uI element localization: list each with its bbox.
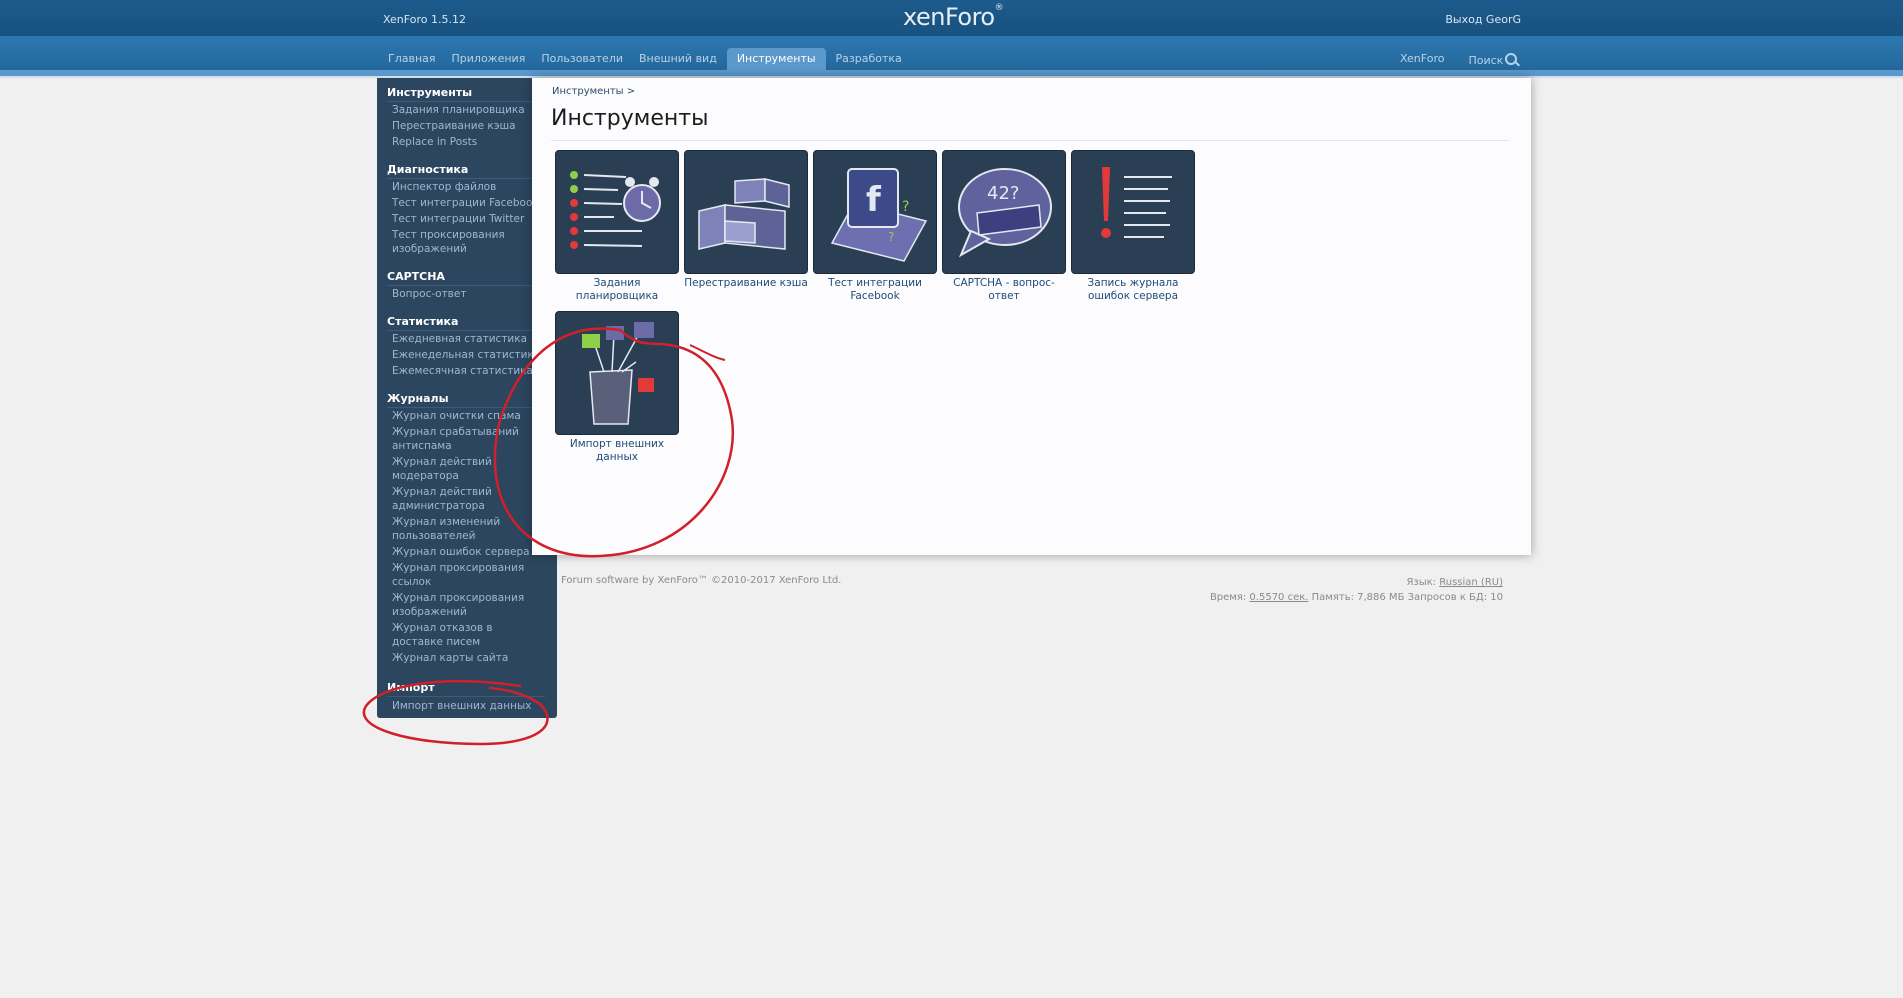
divider <box>387 696 545 697</box>
sidebar-item-spam-trigger-log[interactable]: Журнал срабатываний антиспама <box>392 425 542 453</box>
sidebar-section-tools: Инструменты <box>387 86 473 99</box>
sidebar-section-diagnostics: Диагностика <box>387 163 469 176</box>
facebook-icon: f ? ? <box>830 168 928 262</box>
divider <box>387 330 545 331</box>
sidebar-item-twitter-test[interactable]: Тест интеграции Twitter <box>392 212 542 226</box>
svg-text:?: ? <box>888 230 894 244</box>
divider <box>387 285 545 286</box>
main-navbar: Главная Приложения Пользователи Внешний … <box>0 36 1903 70</box>
sidebar-item-moderator-log[interactable]: Журнал действий модератора <box>392 455 542 483</box>
nav-tabs: Главная Приложения Пользователи Внешний … <box>380 48 910 70</box>
sidebar-item-spam-cleaner-log[interactable]: Журнал очистки спама <box>392 409 542 423</box>
svg-text:f: f <box>866 180 882 220</box>
language-link[interactable]: Russian (RU) <box>1439 577 1503 588</box>
error-log-icon <box>1101 167 1172 238</box>
tab-users[interactable]: Пользователи <box>533 48 631 70</box>
sidebar-item-daily-stats[interactable]: Ежедневная статистика <box>392 332 542 346</box>
sidebar-item-replace-in-posts[interactable]: Replace in Posts <box>392 135 542 149</box>
sidebar-item-question-answer[interactable]: Вопрос-ответ <box>392 287 542 301</box>
tab-appearance[interactable]: Внешний вид <box>631 48 725 70</box>
xenforo-logo[interactable]: xenForo® <box>903 3 1004 33</box>
sidebar-section-import: Импорт <box>387 681 435 694</box>
tile-label: Импорт внешних данных <box>569 438 665 463</box>
tile-cron[interactable]: Задания планировщика <box>554 150 680 303</box>
footer-copyright: Forum software by XenForo™ ©2010-2017 Xe… <box>561 575 842 586</box>
logout-link[interactable]: Выход GeorG <box>1445 13 1521 26</box>
sidebar-section-captcha: CAPTCHA <box>387 270 445 283</box>
tile-label: CAPTCHA - вопрос-ответ <box>953 277 1055 302</box>
cron-icon <box>570 171 661 249</box>
divider <box>387 407 545 408</box>
footer-stats: Язык: Russian (RU) Время: 0.5570 сек. Па… <box>1209 577 1503 603</box>
tab-home[interactable]: Главная <box>380 48 444 70</box>
sidebar-item-image-proxy-test[interactable]: Тест проксирования изображений <box>392 228 542 256</box>
tab-development[interactable]: Разработка <box>828 48 910 70</box>
search-icon <box>1505 53 1518 65</box>
svg-text:?: ? <box>902 199 909 215</box>
sidebar-item-sitemap-log[interactable]: Журнал карты сайта <box>392 651 542 665</box>
sidebar-item-cron[interactable]: Задания планировщика <box>392 103 542 117</box>
sidebar-item-server-error-log[interactable]: Журнал ошибок сервера <box>392 545 542 559</box>
tile-label: Тест интеграции Facebook <box>828 277 922 302</box>
tile-label: Перестраивание кэша <box>684 277 808 289</box>
sidebar-item-user-change-log[interactable]: Журнал изменений пользователей <box>392 515 542 543</box>
breadcrumb[interactable]: Инструменты > <box>552 86 635 97</box>
import-icon <box>582 322 654 425</box>
sidebar-item-import-external-data[interactable]: Импорт внешних данных <box>392 699 542 713</box>
sidebar-item-rebuild-cache[interactable]: Перестраивание кэша <box>392 119 542 133</box>
version-label: XenForo 1.5.12 <box>383 13 466 26</box>
page-title: Инструменты <box>551 106 709 131</box>
tab-tools[interactable]: Инструменты <box>726 48 826 70</box>
tile-server-error-log[interactable]: Запись журнала ошибок сервера <box>1070 150 1196 303</box>
tile-label: Запись журнала ошибок сервера <box>1087 277 1179 302</box>
divider <box>387 178 545 179</box>
tile-facebook-test[interactable]: f ? ? Тест интеграции Facebook <box>812 150 938 303</box>
nav-right: XenForo Поиск <box>1400 52 1518 67</box>
sidebar-section-statistics: Статистика <box>387 315 459 328</box>
sidebar-item-facebook-test[interactable]: Тест интеграции Facebook <box>392 196 542 210</box>
sidebar: Инструменты Задания планировщика Перестр… <box>377 78 557 718</box>
sidebar-item-weekly-stats[interactable]: Еженедельная статистика <box>392 348 542 362</box>
divider <box>551 140 1509 141</box>
time-link: 0.5570 сек. <box>1249 592 1309 603</box>
xenforo-link[interactable]: XenForo <box>1400 52 1444 67</box>
tab-addons[interactable]: Приложения <box>444 48 534 70</box>
tile-captcha[interactable]: 42? CAPTCHA - вопрос-ответ <box>941 150 1067 303</box>
divider <box>387 101 545 102</box>
sidebar-section-logs: Журналы <box>387 392 449 405</box>
svg-text:42?: 42? <box>987 183 1019 204</box>
sidebar-item-monthly-stats[interactable]: Ежемесячная статистика <box>392 364 542 378</box>
tile-label: Задания планировщика <box>575 277 659 302</box>
main-content: Инструменты > Инструменты Задания планир… <box>532 78 1531 555</box>
tile-rebuild-cache[interactable]: Перестраивание кэша <box>683 150 809 290</box>
captcha-icon: 42? <box>958 168 1052 258</box>
sidebar-item-admin-log[interactable]: Журнал действий администратора <box>392 485 542 513</box>
tile-import-external-data[interactable]: Импорт внешних данных <box>554 311 680 464</box>
sidebar-item-image-proxy-log[interactable]: Журнал проксирования изображений <box>392 591 542 619</box>
search-link[interactable]: Поиск <box>1468 52 1518 67</box>
sidebar-item-link-proxy-log[interactable]: Журнал проксирования ссылок <box>392 561 542 589</box>
rebuild-cache-icon <box>698 178 790 250</box>
sidebar-item-file-inspector[interactable]: Инспектор файлов <box>392 180 542 194</box>
sidebar-item-email-bounce-log[interactable]: Журнал отказов в доставке писем <box>392 621 542 649</box>
